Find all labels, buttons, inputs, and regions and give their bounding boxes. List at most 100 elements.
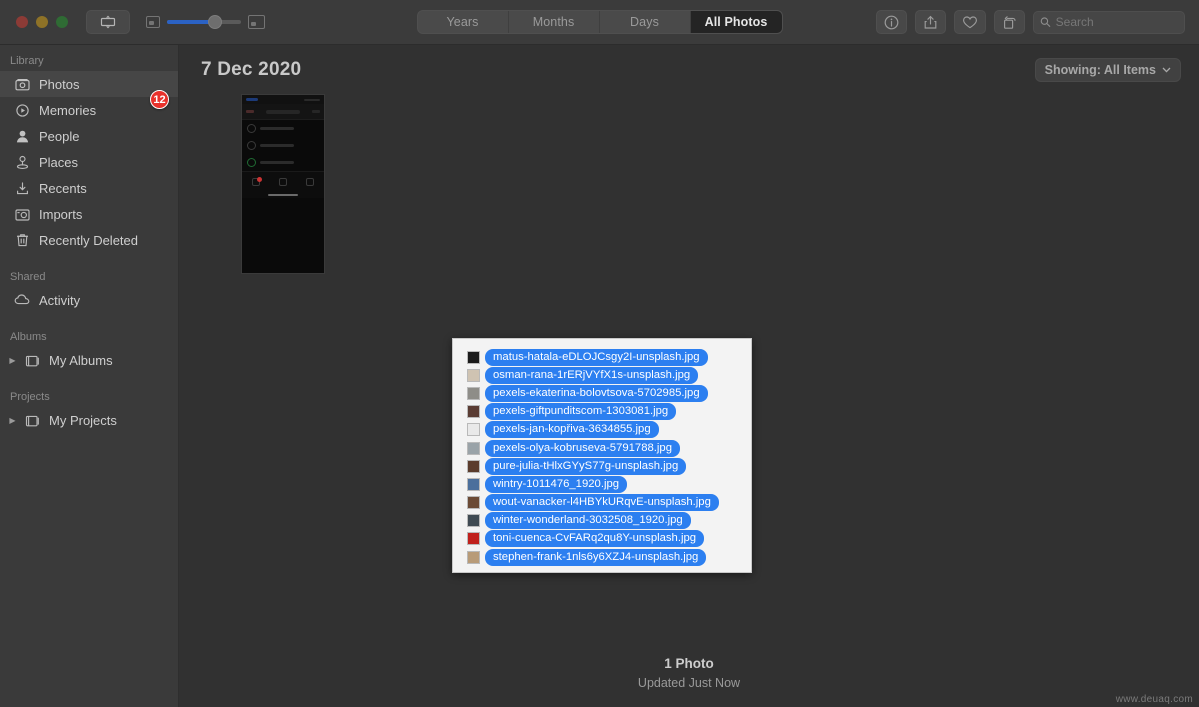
thumb-nav-action: [312, 110, 320, 113]
sidebar-item-label: My Albums: [49, 352, 113, 368]
thumb-list-row: [242, 137, 324, 154]
disclosure-triangle-icon[interactable]: ▶: [8, 416, 17, 425]
search-field[interactable]: [1033, 10, 1185, 34]
sidebar-item-label: Recents: [39, 180, 87, 196]
sidebar-item-label: Places: [39, 154, 79, 170]
thumb-nav-title: [266, 109, 300, 114]
file-thumbnail: [467, 386, 480, 400]
sidebar-item-places[interactable]: Places: [0, 149, 178, 175]
sidebar-item-recently-deleted[interactable]: Recently Deleted: [0, 227, 178, 253]
favorite-button[interactable]: [954, 10, 986, 34]
file-name: pexels-olya-kobruseva-5791788.jpg: [485, 439, 680, 457]
file-name: winter-wonderland-3032508_1920.jpg: [485, 512, 691, 530]
photos-app-window: Years Months Days All Photos Search Libr…: [0, 0, 1199, 707]
list-item[interactable]: matus-hatala-eDLOJCsgy2I-unsplash.jpg: [453, 348, 751, 366]
window-controls: [16, 16, 68, 28]
small-image-icon[interactable]: [146, 16, 160, 28]
list-item[interactable]: wintry-1011476_1920.jpg: [453, 475, 751, 493]
file-name: matus-hatala-eDLOJCsgy2I-unsplash.jpg: [485, 348, 708, 366]
tab-months[interactable]: Months: [509, 11, 600, 33]
thumb-home-bar: [268, 193, 298, 196]
list-item[interactable]: toni-cuenca-CvFARq2qu8Y-unsplash.jpg: [453, 530, 751, 548]
photo-count: 1 Photo: [664, 656, 714, 671]
sidebar-item-my-albums[interactable]: ▶ My Albums: [0, 347, 178, 373]
tab-all-photos[interactable]: All Photos: [690, 11, 782, 33]
thumb-tab-bar: [242, 171, 324, 191]
showing-filter-label: Showing: All Items: [1044, 63, 1156, 77]
sidebar-item-label: My Projects: [49, 412, 117, 428]
tab-years[interactable]: Years: [418, 11, 509, 33]
file-name: osman-rana-1rERjVYfX1s-unsplash.jpg: [485, 366, 699, 384]
toolbar-actions: [876, 10, 1189, 34]
sidebar-item-label: People: [39, 128, 80, 144]
close-window-button[interactable]: [16, 16, 28, 28]
list-item[interactable]: pexels-ekaterina-bolovtsova-5702985.jpg: [453, 384, 751, 402]
watermark: www.deuaq.com: [1115, 694, 1193, 705]
sidebar-group-albums-title: Albums: [10, 331, 47, 343]
list-item[interactable]: winter-wonderland-3032508_1920.jpg: [453, 512, 751, 530]
disclosure-triangle-icon[interactable]: ▶: [8, 356, 17, 365]
thumb-row-label: [260, 144, 294, 147]
info-button[interactable]: [876, 10, 907, 34]
file-thumbnail: [467, 423, 480, 437]
thumb-nav-bar: [242, 104, 324, 120]
day-header: 7 Dec 2020 Showing: All Items: [179, 45, 1199, 82]
file-thumbnail: [467, 496, 480, 510]
file-name: pexels-ekaterina-bolovtsova-5702985.jpg: [485, 384, 708, 402]
list-item[interactable]: wout-vanacker-l4HBYkURqvE-unsplash.jpg: [453, 494, 751, 512]
sidebar-item-imports[interactable]: Imports: [0, 201, 178, 227]
sidebar-group-projects-title: Projects: [10, 391, 50, 403]
file-name: wintry-1011476_1920.jpg: [485, 475, 628, 493]
rotate-button[interactable]: [994, 10, 1025, 34]
file-thumbnail: [467, 350, 480, 364]
zoom-slider[interactable]: [167, 15, 241, 29]
updated-status: Updated Just Now: [637, 676, 741, 690]
sidebar-toggle-button[interactable]: [86, 10, 130, 34]
album-icon: [25, 355, 39, 366]
sidebar-item-people[interactable]: People: [0, 123, 178, 149]
list-item[interactable]: osman-rana-1rERjVYfX1s-unsplash.jpg: [453, 366, 751, 384]
thumb-home-indicator: [242, 191, 324, 198]
drag-file-list[interactable]: matus-hatala-eDLOJCsgy2I-unsplash.jpg os…: [452, 338, 752, 573]
large-image-icon[interactable]: [248, 15, 265, 29]
chevron-down-icon: [1162, 67, 1171, 73]
thumb-row-icon: [247, 124, 256, 133]
share-button[interactable]: [915, 10, 946, 34]
photos-icon: [14, 78, 31, 91]
thumb-list-row: [242, 154, 324, 171]
thumb-row-icon: [247, 158, 256, 167]
places-icon: [14, 155, 31, 170]
list-item[interactable]: pexels-jan-kopřiva-3634855.jpg: [453, 421, 751, 439]
file-thumbnail: [467, 550, 480, 564]
list-item[interactable]: pexels-olya-kobruseva-5791788.jpg: [453, 439, 751, 457]
sidebar-item-recents[interactable]: Recents: [0, 175, 178, 201]
photo-thumbnail[interactable]: [241, 94, 325, 274]
sidebar-item-activity[interactable]: Activity: [0, 287, 178, 313]
search-input[interactable]: [1055, 15, 1178, 29]
file-thumbnail: [467, 459, 480, 473]
toolbar: Years Months Days All Photos: [0, 0, 1199, 45]
sidebar-item-my-projects[interactable]: ▶ My Projects: [0, 407, 178, 433]
file-thumbnail: [467, 368, 480, 382]
zoom-slider-knob[interactable]: [208, 15, 223, 29]
minimize-window-button[interactable]: [36, 16, 48, 28]
zoom-window-button[interactable]: [56, 16, 68, 28]
list-item[interactable]: pure-julia-tHlxGYyS77g-unsplash.jpg: [453, 457, 751, 475]
sidebar-item-label: Activity: [39, 292, 81, 308]
tab-days[interactable]: Days: [600, 11, 691, 33]
search-icon: [1040, 17, 1051, 27]
list-item[interactable]: stephen-frank-1nls6y6XZJ4-unsplash.jpg: [453, 548, 751, 566]
showing-filter-button[interactable]: Showing: All Items: [1034, 58, 1181, 82]
list-item[interactable]: pexels-giftpunditscom-1303081.jpg: [453, 403, 751, 421]
sidebar-group-library-title: Library: [10, 55, 44, 67]
thumb-tab-item: [306, 177, 315, 186]
thumb-row-icon: [247, 141, 256, 150]
view-mode-segmented-control: Years Months Days All Photos: [416, 10, 783, 34]
sidebar-item-label: Imports: [39, 206, 83, 222]
page-title: 7 Dec 2020: [201, 59, 302, 80]
file-thumbnail: [467, 441, 480, 455]
file-name: stephen-frank-1nls6y6XZJ4-unsplash.jpg: [485, 548, 707, 566]
zoom-slider-group: [146, 15, 265, 29]
